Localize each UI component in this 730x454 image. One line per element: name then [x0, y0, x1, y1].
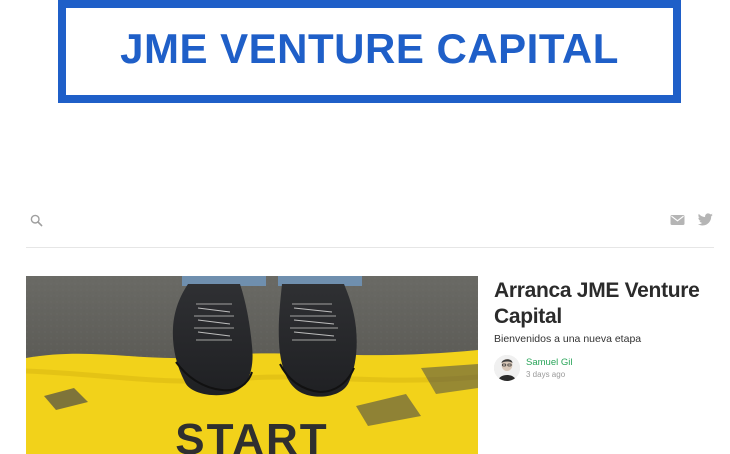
search-button[interactable]: [26, 211, 46, 231]
site-logo[interactable]: JME VENTURE CAPITAL: [58, 0, 681, 103]
start-text: START: [175, 415, 328, 454]
search-icon: [30, 212, 43, 231]
author-name-link[interactable]: Samuel Gil: [526, 357, 572, 369]
post-subtitle: Bienvenidos a una nueva etapa: [494, 333, 642, 345]
twitter-icon: [697, 211, 713, 230]
post-time: 3 days ago: [526, 369, 566, 379]
top-toolbar: [26, 210, 714, 248]
mail-icon: [670, 211, 685, 230]
avatar[interactable]: [494, 355, 520, 381]
author-byline: Samuel Gil 3 days ago: [494, 354, 572, 382]
twitter-button[interactable]: [695, 210, 715, 230]
author-photo: [494, 355, 520, 381]
logo-text: JME VENTURE CAPITAL: [120, 25, 619, 72]
email-button[interactable]: [667, 210, 687, 230]
featured-image[interactable]: START: [26, 276, 478, 454]
author-meta: Samuel Gil 3 days ago: [526, 357, 572, 380]
post-title[interactable]: Arranca JME Venture Capital: [494, 278, 719, 330]
start-line-photo: START: [26, 276, 478, 454]
